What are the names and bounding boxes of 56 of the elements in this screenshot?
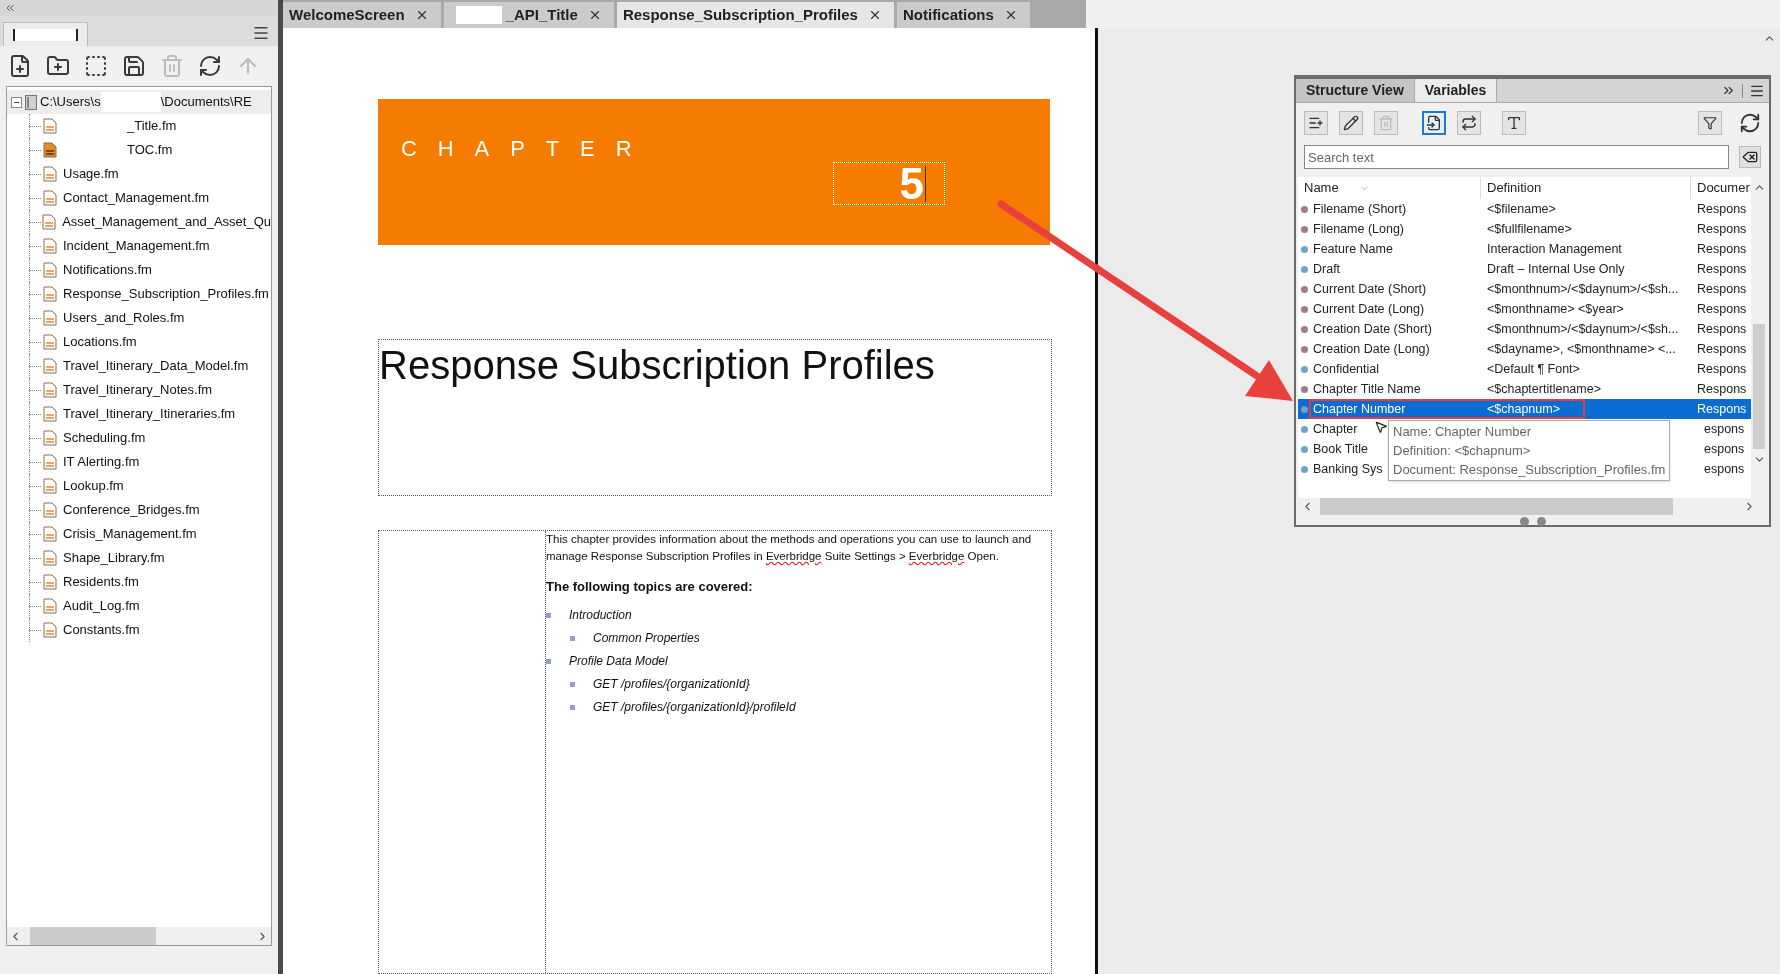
variable-name: Creation Date (Short) — [1313, 320, 1432, 338]
variable-name: Chapter Title Name — [1313, 380, 1421, 398]
variable-definition: <$dayname>, <$monthname> <... — [1487, 341, 1676, 356]
variable-definition: <$filename> — [1487, 201, 1556, 216]
variable-document: espons — [1703, 420, 1746, 438]
variable-name: Filename (Long) — [1313, 220, 1404, 238]
variable-name: Creation Date (Long) — [1313, 340, 1430, 358]
variable-name: Current Date (Short) — [1313, 280, 1427, 298]
variable-definition: Draft – Internal Use Only — [1487, 261, 1625, 276]
variable-name: Current Date (Long) — [1313, 300, 1425, 318]
topic-item: Common Properties — [593, 630, 700, 647]
variable-definition: <$chapnum> — [1487, 401, 1560, 416]
tab-label: _API_Title — [505, 4, 578, 25]
tab-label: Notifications — [902, 4, 994, 25]
variable-name: Filename (Short) — [1313, 200, 1407, 218]
variable-definition: <$monthnum>/<$daynum>/<$sh... — [1487, 281, 1679, 296]
topic-item: Profile Data Model — [569, 653, 668, 670]
variable-definition: <$fullfilename> — [1487, 221, 1572, 236]
variable-definition: Interaction Management — [1487, 241, 1622, 256]
variable-name: Chapter Number — [1313, 400, 1406, 418]
variable-definition: <$monthname> <$year> — [1487, 301, 1624, 316]
variable-document: Respons — [1697, 220, 1748, 238]
variable-document: Respons — [1697, 360, 1748, 378]
variable-document: Respons — [1697, 200, 1748, 218]
chapter-label: CHAPTER — [401, 135, 653, 163]
tooltip-line: Name: Chapter Number — [1393, 423, 1531, 441]
variable-document: Respons — [1697, 320, 1748, 338]
variable-document: Respons — [1697, 280, 1748, 298]
intro-paragraph: This chapter provides information about the methods and operations you can use to launch and manage Response Subscription Profiles in Everbridge Suite Settings > Everbridge Open. — [546, 532, 1033, 564]
variable-document: Respons — [1697, 260, 1748, 278]
variable-document: espons — [1703, 440, 1746, 458]
variable-document: Respons — [1697, 340, 1748, 358]
variable-definition: <Default ¶ Font> — [1487, 361, 1580, 376]
variable-document: Respons — [1697, 300, 1748, 318]
chapter-title: Response Subscription Profiles — [379, 342, 936, 389]
tooltip-line: Document: Response_Subscription_Profiles.fm — [1393, 461, 1666, 479]
variable-name: Book Title — [1313, 440, 1368, 458]
variable-name: Confidential — [1313, 360, 1379, 378]
variable-name: Chapter — [1313, 420, 1358, 438]
tab-label: Response_Subscription_Profiles — [622, 4, 858, 25]
topic-item: GET /profiles/{organizationId}/profileId — [593, 699, 796, 716]
variable-definition: <$chaptertitlename> — [1487, 381, 1601, 396]
tab-label: WelcomeScreen — [289, 4, 405, 25]
variable-definition: <$monthnum>/<$daynum>/<$sh... — [1487, 321, 1679, 336]
variable-document: Respons — [1697, 380, 1748, 398]
tooltip-line: Definition: <$chapnum> — [1393, 442, 1531, 460]
variable-document: espons — [1703, 460, 1746, 478]
topic-item: Introduction — [569, 607, 632, 624]
variable-document: Respons — [1697, 400, 1748, 418]
variable-document: Respons — [1697, 240, 1748, 258]
topic-item: GET /profiles/{organizationId} — [593, 676, 750, 693]
chapter-number: 5 — [899, 161, 924, 206]
variable-name: Banking Sys — [1313, 460, 1383, 478]
variable-name: Draft — [1313, 260, 1341, 278]
topics-heading: The following topics are covered: — [546, 578, 754, 596]
variable-name: Feature Name — [1313, 240, 1393, 258]
